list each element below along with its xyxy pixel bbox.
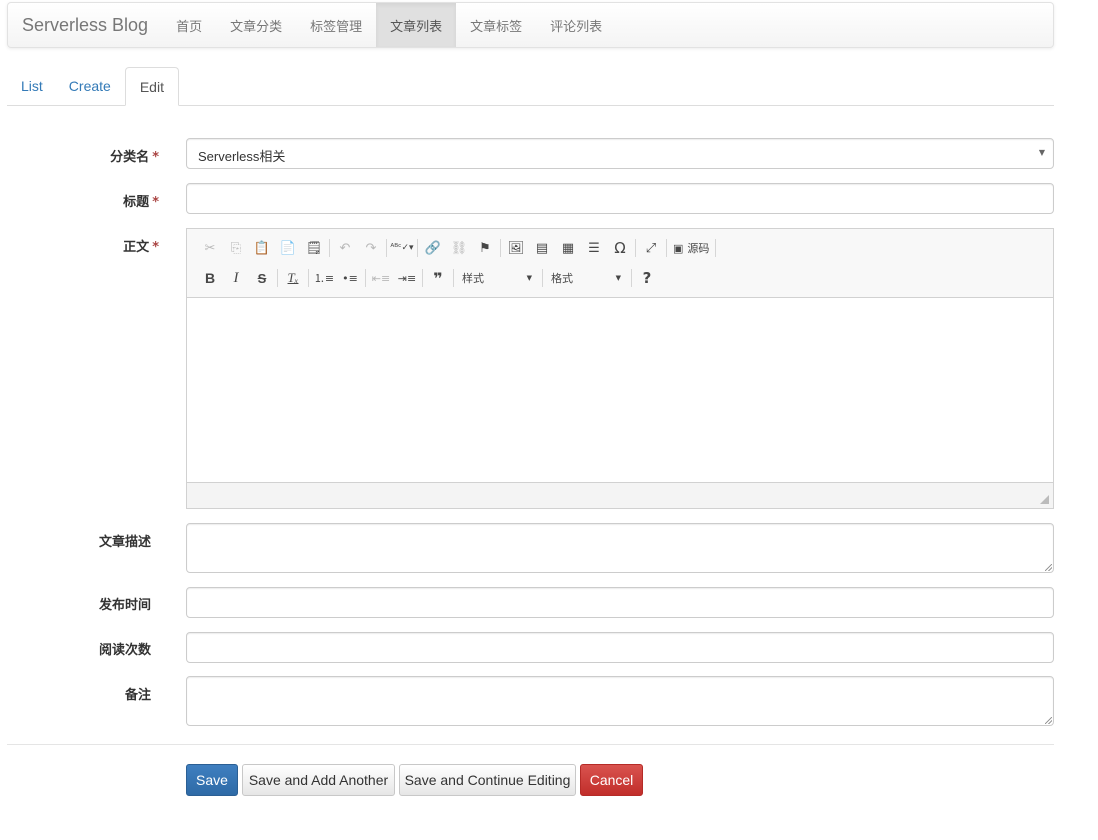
- title-label: 标题 *: [95, 191, 159, 210]
- bold-icon[interactable]: B: [197, 267, 223, 289]
- chevron-down-icon: ▼: [615, 274, 621, 282]
- description-textarea[interactable]: [186, 523, 1054, 573]
- category-label: 分类名 *: [95, 146, 159, 165]
- resize-handle-icon[interactable]: [1045, 564, 1052, 571]
- title-label-text: 标题: [123, 195, 150, 210]
- format-combo-label: 格式: [551, 272, 573, 285]
- required-asterisk: *: [152, 195, 159, 210]
- top-navbar: Serverless Blog 首页 文章分类 标签管理 文章列表 文章标签 评…: [7, 2, 1054, 48]
- toolbar-separator: [422, 269, 423, 287]
- embed-icon[interactable]: ▤: [529, 237, 555, 259]
- publish-time-input[interactable]: [186, 587, 1054, 618]
- body-label: 正文 *: [95, 236, 159, 255]
- cut-icon[interactable]: ✂: [197, 237, 223, 259]
- category-label-text: 分类名: [110, 150, 150, 165]
- table-icon[interactable]: ▦: [555, 237, 581, 259]
- nav-item-article-categories[interactable]: 文章分类: [216, 3, 296, 47]
- body-label-text: 正文: [123, 240, 150, 255]
- italic-icon[interactable]: I: [223, 267, 249, 289]
- nav-item-tag-management[interactable]: 标签管理: [296, 3, 376, 47]
- toolbar-separator: [631, 269, 632, 287]
- spellcheck-icon[interactable]: ᴬᴮᶜ✓▾: [389, 237, 415, 259]
- horizontal-rule-icon[interactable]: ☰: [581, 237, 607, 259]
- category-select[interactable]: Serverless相关 ▼: [186, 138, 1054, 169]
- format-combo[interactable]: 格式 ▼: [545, 267, 627, 289]
- anchor-flag-icon[interactable]: ⚑: [472, 237, 498, 259]
- chevron-down-icon: ▼: [526, 274, 532, 282]
- unlink-icon[interactable]: ⛓: [446, 237, 472, 259]
- toolbar-separator: [329, 239, 330, 257]
- numbered-list-icon[interactable]: ⒈≡: [311, 267, 337, 289]
- description-label: 文章描述: [98, 535, 151, 550]
- paste-icon[interactable]: 📋: [249, 237, 275, 259]
- outdent-icon[interactable]: ⇤≡: [368, 267, 394, 289]
- cancel-button[interactable]: Cancel: [580, 764, 643, 796]
- nav-item-article-list[interactable]: 文章列表: [376, 3, 457, 47]
- required-asterisk: *: [152, 240, 159, 255]
- toolbar-row-2: B I S Tₓ ⒈≡ •≡ ⇤≡ ⇥≡ ❞ 样式 ▼ 格式 ▼ ?: [197, 267, 660, 289]
- blockquote-icon[interactable]: ❞: [425, 267, 451, 289]
- publish-time-label: 发布时间: [98, 598, 151, 613]
- crud-tabs: List Create Edit: [7, 67, 1054, 106]
- source-icon: ▣: [673, 241, 684, 255]
- remark-textarea[interactable]: [186, 676, 1054, 726]
- toolbar-separator: [453, 269, 454, 287]
- indent-icon[interactable]: ⇥≡: [394, 267, 420, 289]
- special-char-icon[interactable]: Ω: [607, 237, 633, 259]
- copy-icon[interactable]: ⎘: [223, 237, 249, 259]
- navbar-brand[interactable]: Serverless Blog: [8, 3, 162, 47]
- toolbar-separator: [500, 239, 501, 257]
- editor-status-bar: [187, 482, 1053, 508]
- toolbar-separator: [542, 269, 543, 287]
- paste-word-icon[interactable]: 🗒: [301, 237, 327, 259]
- maximize-icon[interactable]: ⤢: [638, 237, 664, 259]
- editor-toolbar: ✂ ⎘ 📋 📄 🗒 ↶ ↷ ᴬᴮᶜ✓▾ 🔗 ⛓ ⚑ 🖼 ▤ ▦ ☰ Ω ⤢ ▣: [187, 229, 1053, 298]
- toolbar-separator: [308, 269, 309, 287]
- toolbar-separator: [365, 269, 366, 287]
- category-select-value: Serverless相关: [198, 149, 286, 164]
- image-icon[interactable]: 🖼: [503, 237, 529, 259]
- save-button[interactable]: Save: [186, 764, 238, 796]
- source-button[interactable]: ▣ 源码: [669, 237, 713, 259]
- form-divider: [7, 744, 1054, 745]
- redo-icon[interactable]: ↷: [358, 237, 384, 259]
- styles-combo-label: 样式: [462, 272, 484, 285]
- resize-handle-icon[interactable]: [1040, 495, 1049, 504]
- link-icon[interactable]: 🔗: [420, 237, 446, 259]
- nav-item-comment-list[interactable]: 评论列表: [536, 3, 616, 47]
- rich-text-editor: ✂ ⎘ 📋 📄 🗒 ↶ ↷ ᴬᴮᶜ✓▾ 🔗 ⛓ ⚑ 🖼 ▤ ▦ ☰ Ω ⤢ ▣: [186, 228, 1054, 509]
- paste-text-icon[interactable]: 📄: [275, 237, 301, 259]
- toolbar-row-1: ✂ ⎘ 📋 📄 🗒 ↶ ↷ ᴬᴮᶜ✓▾ 🔗 ⛓ ⚑ 🖼 ▤ ▦ ☰ Ω ⤢ ▣: [197, 237, 718, 259]
- read-count-label: 阅读次数: [98, 643, 151, 658]
- resize-handle-icon[interactable]: [1045, 717, 1052, 724]
- tab-create[interactable]: Create: [57, 67, 123, 105]
- strikethrough-icon[interactable]: S: [249, 267, 275, 289]
- toolbar-separator: [417, 239, 418, 257]
- toolbar-separator: [277, 269, 278, 287]
- nav-item-home[interactable]: 首页: [162, 3, 216, 47]
- toolbar-separator: [386, 239, 387, 257]
- title-input[interactable]: [186, 183, 1054, 214]
- toolbar-separator: [666, 239, 667, 257]
- nav-item-article-tags[interactable]: 文章标签: [456, 3, 536, 47]
- undo-icon[interactable]: ↶: [332, 237, 358, 259]
- editor-content-area[interactable]: [187, 298, 1053, 483]
- remark-label: 备注: [124, 688, 151, 703]
- remove-format-icon[interactable]: Tₓ: [280, 267, 306, 289]
- toolbar-separator: [635, 239, 636, 257]
- source-label: 源码: [687, 242, 710, 255]
- help-icon[interactable]: ?: [634, 267, 660, 289]
- required-asterisk: *: [152, 150, 159, 165]
- save-and-continue-editing-button[interactable]: Save and Continue Editing: [399, 764, 576, 796]
- toolbar-separator: [715, 239, 717, 257]
- tab-list[interactable]: List: [7, 67, 55, 105]
- read-count-input[interactable]: [186, 632, 1054, 663]
- chevron-down-icon: ▼: [1038, 148, 1045, 157]
- save-and-add-another-button[interactable]: Save and Add Another: [242, 764, 395, 796]
- bulleted-list-icon[interactable]: •≡: [337, 267, 363, 289]
- tab-edit[interactable]: Edit: [124, 67, 179, 106]
- styles-combo[interactable]: 样式 ▼: [456, 267, 538, 289]
